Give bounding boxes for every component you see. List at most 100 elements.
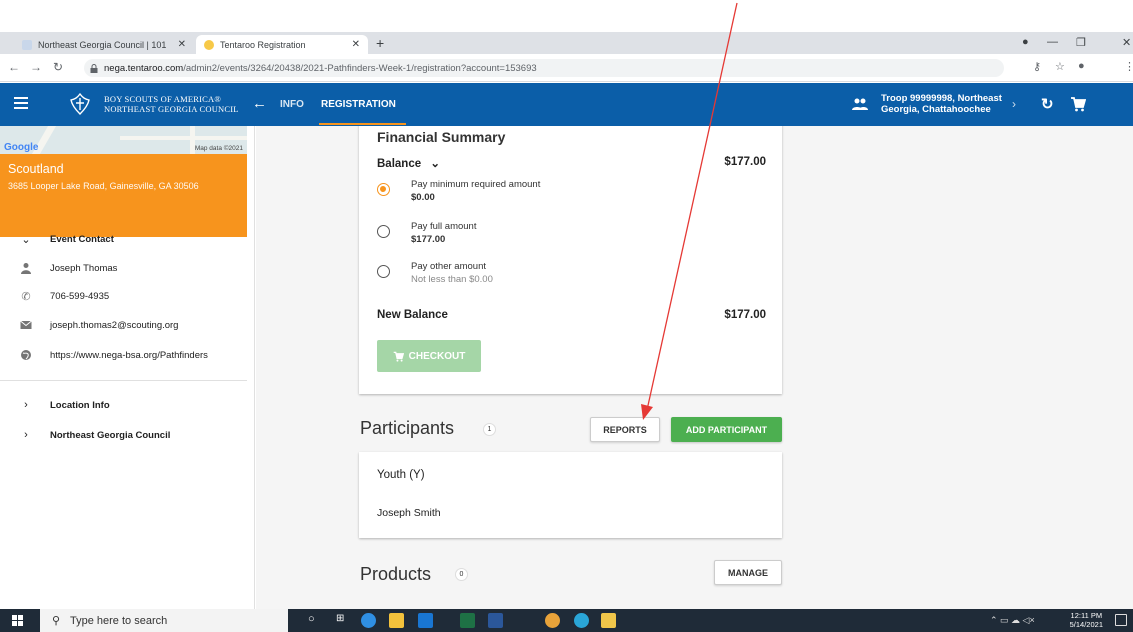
cortana-icon[interactable]: ○ [308, 613, 315, 625]
tentaroo-favicon-icon [204, 39, 214, 50]
add-participant-button[interactable]: ADD PARTICIPANT [671, 417, 782, 442]
contact-name: Joseph Thomas [50, 262, 118, 274]
word-icon[interactable] [488, 613, 503, 628]
task-view-icon[interactable]: ⊞ [336, 613, 344, 624]
map-data-credit: Map data ©2021 [194, 145, 243, 152]
venue-panel: Scoutland 3685 Looper Lake Road, Gainesv… [0, 154, 247, 237]
back-icon[interactable]: ← [8, 60, 20, 74]
cart-icon[interactable] [1070, 96, 1086, 112]
chevron-right-icon[interactable]: › [1012, 97, 1016, 111]
option-amount: $177.00 [411, 234, 446, 245]
troop-selector[interactable]: Troop 99999998, Northeast Georgia, Chatt… [881, 93, 1002, 115]
checkout-label: CHECKOUT [408, 350, 466, 362]
chevron-right-icon: › [24, 429, 28, 441]
browser-tab-tentaroo[interactable]: Tentaroo Registration ✕ [196, 35, 368, 54]
taskbar-clock[interactable]: 12:11 PM 5/14/2021 [1070, 611, 1103, 629]
window-close-icon[interactable]: ✕ [1122, 36, 1131, 49]
excel-icon[interactable] [460, 613, 475, 628]
contact-url-row[interactable]: https://www.nega-bsa.org/Pathfinders [0, 346, 247, 364]
back-arrow-icon[interactable]: ← [252, 95, 267, 112]
reports-button[interactable]: REPORTS [590, 417, 660, 442]
close-icon[interactable]: ✕ [352, 39, 360, 50]
contact-phone-row[interactable]: ✆ 706-599-4935 [0, 287, 247, 305]
location-map[interactable]: Google Map data ©2021 [0, 126, 247, 154]
products-title: Products [360, 564, 432, 584]
notification-center-icon[interactable] [1115, 614, 1127, 626]
chrome-icon[interactable] [545, 613, 560, 628]
phone-icon: ✆ [21, 290, 31, 303]
logo-line-2: NORTHEAST GEORGIA COUNCIL [104, 103, 239, 114]
person-icon [21, 263, 31, 274]
email-icon [20, 320, 32, 329]
contact-email-row[interactable]: joseph.thomas2@scouting.org [0, 316, 247, 334]
contact-url: https://www.nega-bsa.org/Pathfinders [50, 349, 208, 361]
council-name: BOY SCOUTS OF AMERICA® NORTHEAST GEORGIA… [104, 94, 239, 114]
google-map-logo: Google [4, 142, 39, 153]
hamburger-menu-icon[interactable] [14, 97, 28, 109]
location-info-label: Location Info [50, 399, 110, 411]
windows-taskbar: ⚲ Type here to search ○ ⊞ ⌃ ▭ ☁ ◁× 12:11… [0, 609, 1133, 632]
url-path: /admin2/events/3264/20438/2021-Pathfinde… [183, 62, 537, 74]
app-header: BOY SCOUTS OF AMERICA® NORTHEAST GEORGIA… [0, 83, 1133, 126]
store-icon[interactable] [601, 613, 616, 628]
reload-icon[interactable]: ↻ [53, 60, 63, 74]
windows-start-icon[interactable] [12, 615, 23, 626]
forward-icon[interactable]: → [30, 60, 42, 74]
contact-phone: 706-599-4935 [50, 290, 110, 302]
event-contact-toggle[interactable]: ⌄ Event Contact [0, 230, 247, 248]
venue-address: 3685 Looper Lake Road, Gainesville, GA 3… [8, 181, 199, 191]
restore-icon[interactable]: ❐ [1076, 36, 1086, 49]
browser-tab-northeast-georgia[interactable]: Northeast Georgia Council | 101 ✕ [14, 35, 194, 54]
profile-icon[interactable]: ● [1022, 36, 1029, 48]
sidebar-divider [0, 380, 247, 381]
minimize-icon[interactable]: — [1047, 36, 1058, 48]
search-placeholder: Type here to search [70, 614, 168, 627]
tab-title: Northeast Georgia Council | 101 [38, 39, 167, 50]
troop-line-2: Georgia, Chattahoochee [881, 104, 991, 115]
account-icon[interactable]: ● [1078, 60, 1085, 72]
radio-pay-full[interactable] [377, 225, 390, 238]
option-amount: $0.00 [411, 192, 435, 203]
radio-pay-other[interactable] [377, 265, 390, 278]
council-toggle[interactable]: › Northeast Georgia Council [0, 426, 247, 444]
financial-summary-card: Financial Summary Balance ⌄ $177.00 Pay … [359, 126, 782, 394]
participants-count-badge: 1 [483, 423, 496, 436]
chevron-right-icon: › [24, 399, 28, 411]
participant-name[interactable]: Joseph Smith [377, 507, 441, 519]
participants-title: Participants [360, 418, 455, 438]
balance-toggle[interactable]: Balance ⌄ [377, 156, 440, 170]
option-label: Pay full amount [411, 221, 477, 232]
participants-card: Youth (Y) Joseph Smith [359, 452, 782, 538]
star-icon[interactable]: ☆ [1055, 60, 1065, 73]
system-tray-icons[interactable]: ⌃ ▭ ☁ ◁× [990, 615, 1035, 626]
refresh-icon[interactable]: ↻ [1041, 95, 1054, 113]
new-tab-button[interactable]: + [376, 35, 384, 51]
option-label: Pay other amount [411, 261, 486, 272]
taskbar-search-box[interactable]: ⚲ Type here to search [40, 609, 288, 632]
file-explorer-icon[interactable] [389, 613, 404, 628]
tab-registration[interactable]: REGISTRATION [319, 99, 398, 126]
venue-name: Scoutland [8, 162, 64, 176]
tab-info[interactable]: INFO [280, 99, 304, 110]
checkout-button[interactable]: CHECKOUT [377, 340, 481, 372]
troop-line-1: Troop 99999998, Northeast [881, 93, 1002, 104]
clock-date: 5/14/2021 [1069, 620, 1103, 629]
outlook-icon[interactable] [418, 613, 433, 628]
manage-button[interactable]: MANAGE [714, 560, 782, 585]
radio-pay-minimum[interactable] [377, 183, 390, 196]
option-label: Pay minimum required amount [411, 179, 541, 190]
bsa-favicon-icon [22, 39, 32, 50]
edge-icon[interactable] [574, 613, 589, 628]
option-note: Not less than $0.00 [411, 274, 493, 285]
close-icon[interactable]: ✕ [178, 39, 186, 50]
browser-tab-strip: Northeast Georgia Council | 101 ✕ Tentar… [0, 32, 1133, 54]
location-info-toggle[interactable]: › Location Info [0, 396, 247, 414]
menu-dots-icon[interactable]: ⋮ [1124, 60, 1133, 73]
bsa-logo-icon [70, 92, 90, 115]
address-bar[interactable]: nega.tentaroo.com/admin2/events/3264/204… [84, 59, 1004, 77]
lock-icon [90, 63, 98, 73]
edge-legacy-icon[interactable] [361, 613, 376, 628]
key-icon[interactable]: ⚷ [1033, 60, 1041, 73]
new-balance-amount: $177.00 [724, 309, 766, 321]
contact-email: joseph.thomas2@scouting.org [50, 319, 179, 331]
